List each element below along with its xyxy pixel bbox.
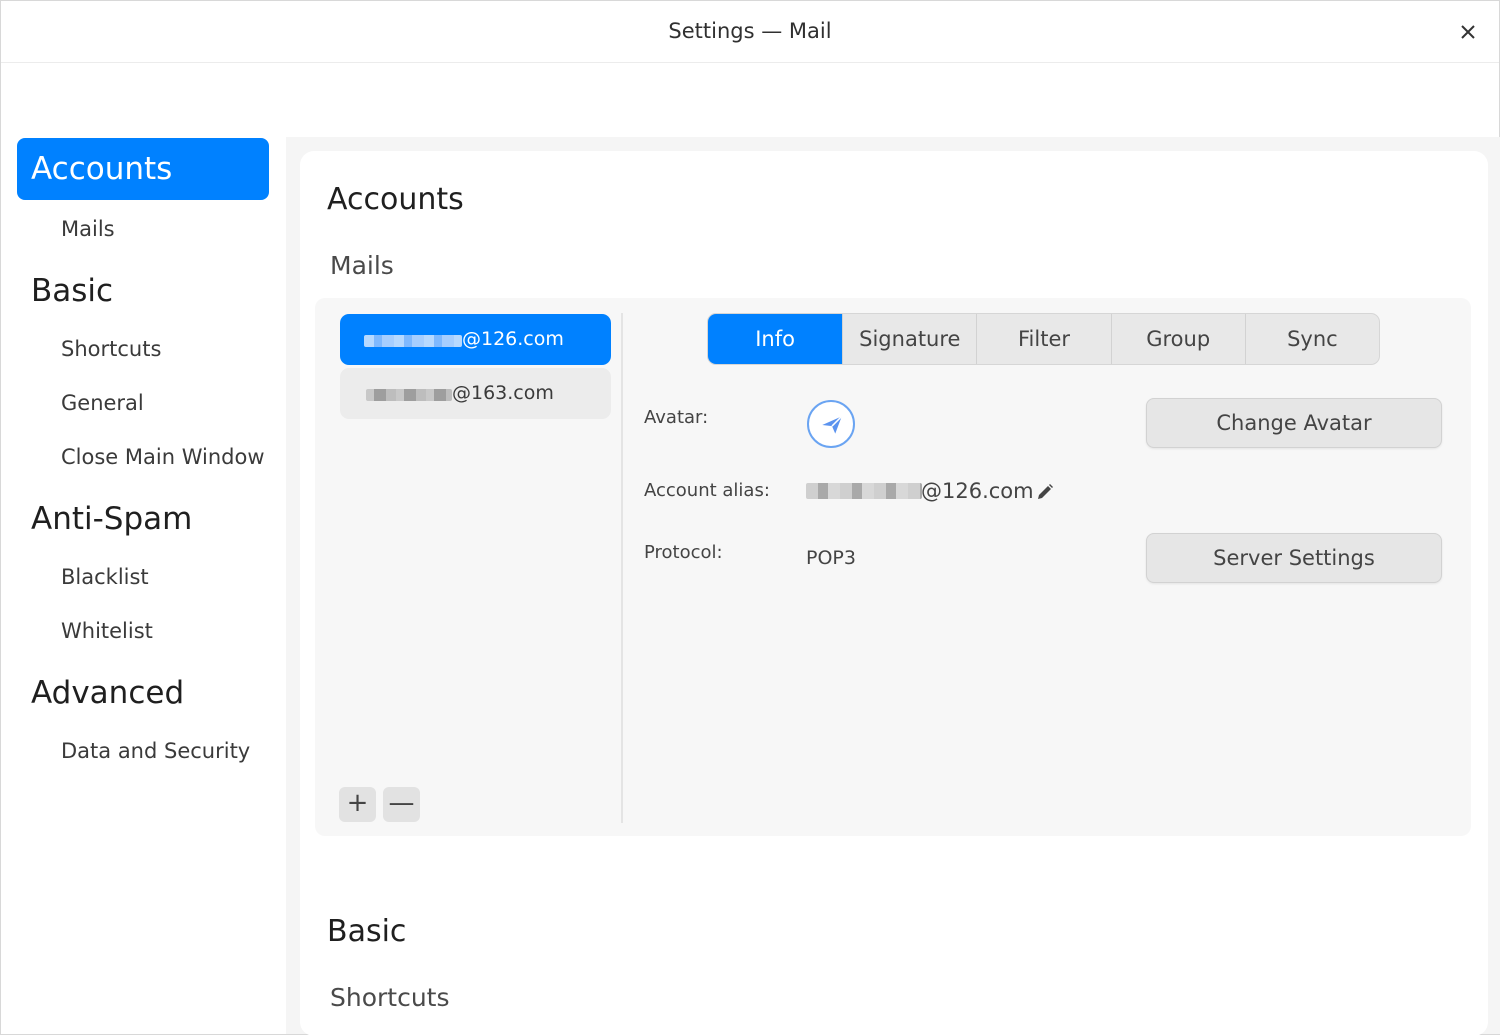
settings-window: Settings — Mail Accounts Mails Basic Sho… [0, 0, 1500, 1036]
sidebar-item-mails[interactable]: Mails [61, 217, 115, 241]
sidebar-item-data-and-security[interactable]: Data and Security [61, 739, 250, 763]
account-avatar [807, 400, 855, 448]
window-title: Settings — Mail [668, 19, 832, 43]
account-alias-value: @126.com [806, 479, 1034, 503]
sidebar-category-anti-spam[interactable]: Anti-Spam [17, 488, 269, 550]
sidebar-category-advanced[interactable]: Advanced [17, 662, 269, 724]
protocol-label: Protocol: [644, 542, 723, 563]
tab-sync[interactable]: Sync [1244, 314, 1379, 364]
account-list-item-126[interactable]: @126.com [340, 314, 611, 365]
sidebar-item-blacklist[interactable]: Blacklist [61, 565, 149, 589]
tab-signature[interactable]: Signature [842, 314, 976, 364]
account-alias-label: Account alias: [644, 480, 770, 501]
tab-group[interactable]: Group [1110, 314, 1245, 364]
section-subtitle-shortcuts: Shortcuts [330, 983, 450, 1012]
tab-info[interactable]: Info [708, 314, 843, 364]
sidebar-item-general[interactable]: General [61, 391, 144, 415]
settings-sidebar: Accounts Mails Basic Shortcuts General C… [1, 63, 285, 1033]
panel-divider [621, 313, 623, 823]
sidebar-item-close-main-window[interactable]: Close Main Window [61, 445, 265, 469]
change-avatar-button[interactable]: Change Avatar [1146, 398, 1442, 448]
sidebar-item-whitelist[interactable]: Whitelist [61, 619, 153, 643]
section-title-accounts: Accounts [327, 182, 464, 217]
redacted-alias-prefix [806, 483, 922, 499]
alias-email-suffix: @126.com [921, 479, 1034, 503]
redacted-email-prefix [366, 389, 452, 401]
sidebar-category-accounts[interactable]: Accounts [17, 138, 269, 200]
account-email-suffix: @163.com [452, 382, 554, 404]
title-bar: Settings — Mail [1, 1, 1499, 63]
server-settings-button[interactable]: Server Settings [1146, 533, 1442, 583]
sidebar-item-shortcuts[interactable]: Shortcuts [61, 337, 161, 361]
avatar-label: Avatar: [644, 407, 709, 428]
add-account-button[interactable]: + [339, 787, 376, 822]
section-subtitle-mails: Mails [330, 251, 394, 280]
section-title-basic: Basic [327, 914, 407, 949]
sidebar-category-basic[interactable]: Basic [17, 260, 269, 322]
account-email-suffix: @126.com [462, 328, 564, 350]
paper-plane-icon [822, 415, 843, 434]
remove-account-button[interactable]: — [383, 787, 420, 822]
account-list-item-163[interactable]: @163.com [340, 368, 611, 419]
protocol-value: POP3 [806, 547, 856, 569]
edit-pencil-icon[interactable] [1035, 482, 1055, 502]
close-icon[interactable] [1453, 15, 1483, 49]
account-tabs: Info Signature Filter Group Sync [707, 313, 1380, 365]
tab-filter[interactable]: Filter [976, 314, 1110, 364]
redacted-email-prefix [364, 335, 462, 347]
